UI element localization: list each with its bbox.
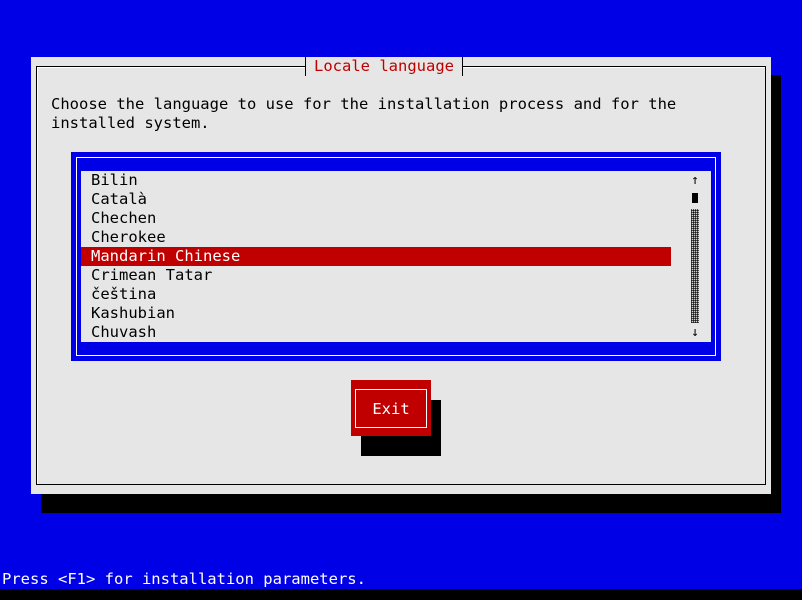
exit-button-label: Exit: [355, 389, 427, 428]
language-item-selected[interactable]: Mandarin Chinese: [81, 247, 671, 266]
scroll-down-arrow-icon[interactable]: ↓: [687, 323, 703, 342]
scroll-track[interactable]: [691, 209, 699, 323]
language-list-items: Bilin Català Chechen Cherokee Mandarin Chine…: [81, 171, 671, 342]
language-list-container: Bilin Català Chechen Cherokee Mandarin Chine…: [71, 152, 721, 361]
locale-dialog: Locale language Choose the language to u…: [31, 57, 771, 494]
language-item[interactable]: čeština: [81, 285, 671, 304]
dialog-title: Locale language: [314, 57, 454, 75]
language-item[interactable]: Kashubian: [81, 304, 671, 323]
dialog-title-box: Locale language: [305, 57, 463, 76]
language-item[interactable]: Chuvash: [81, 323, 671, 342]
language-list[interactable]: Bilin Català Chechen Cherokee Mandarin Chine…: [81, 171, 711, 342]
scroll-thumb[interactable]: [692, 193, 698, 203]
status-bar-text: Press <F1> for installation parameters.: [2, 570, 366, 588]
scroll-up-arrow-icon[interactable]: ↑: [687, 171, 703, 190]
dialog-prompt: Choose the language to use for the insta…: [51, 95, 677, 132]
language-item[interactable]: Cherokee: [81, 228, 671, 247]
scrollbar[interactable]: ↑ ↓: [687, 171, 703, 342]
exit-button[interactable]: Exit: [351, 380, 431, 436]
language-item[interactable]: Crimean Tatar: [81, 266, 671, 285]
language-item[interactable]: Bilin: [81, 171, 671, 190]
language-item[interactable]: Chechen: [81, 209, 671, 228]
bottom-strip: [0, 589, 802, 600]
language-item[interactable]: Català: [81, 190, 671, 209]
installer-screen: { "dialog": { "title": "Locale language"…: [0, 0, 802, 600]
